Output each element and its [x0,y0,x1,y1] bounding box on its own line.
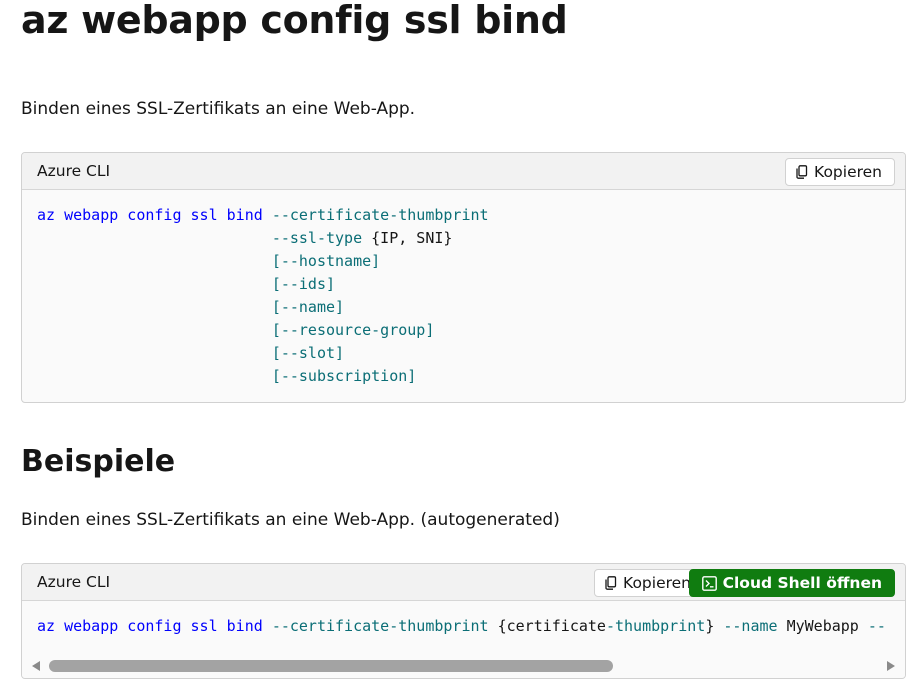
code-language-label: Azure CLI [37,162,111,180]
code-line: [--hostname] [37,252,380,270]
code-token: [--ids] [271,275,336,293]
example-code: az webapp config ssl bind --certificate-… [22,601,905,650]
copy-button[interactable]: Kopieren [785,158,895,186]
cloud-shell-label: Cloud Shell öffnen [722,574,882,592]
copy-icon [605,576,617,590]
code-token: [--resource-group] [271,321,435,339]
code-token: [--hostname] [271,252,381,270]
horizontal-scrollbar[interactable] [22,654,905,678]
code-token: [--subscription] [271,367,417,385]
terminal-icon [701,575,717,591]
code-line: [--subscription] [37,367,417,385]
code-token: -- [867,617,886,635]
syntax-code: az webapp config ssl bind --certificate-… [22,190,905,400]
code-line: --ssl-type {IP, SNI} [37,229,453,247]
code-block-header: Azure CLI Kopieren [22,153,905,190]
code-token: {IP, SNI} [362,229,453,247]
copy-button-label: Kopieren [814,163,882,181]
code-token: {certificate [488,617,606,635]
scrollbar-thumb[interactable] [49,660,613,672]
copy-button[interactable]: Kopieren [594,569,704,597]
example-code-block: Azure CLI Kopieren Cloud Shell öffnen az… [21,563,906,679]
open-cloud-shell-button[interactable]: Cloud Shell öffnen [688,569,895,597]
code-language-label: Azure CLI [37,573,111,591]
examples-heading: Beispiele [21,444,176,479]
code-token: --ssl-type [271,229,363,247]
page-description: Binden eines SSL-Zertifikats an eine Web… [21,99,416,119]
code-token: -thumbprint [605,617,706,635]
code-token: az webapp config ssl bind [37,206,263,224]
copy-icon [796,165,808,179]
code-line: [--slot] [37,344,344,362]
syntax-code-block: Azure CLI Kopieren az webapp config ssl … [21,152,906,403]
code-line: [--resource-group] [37,321,435,339]
scroll-left-arrow[interactable] [32,661,40,671]
code-line: [--ids] [37,275,335,293]
code-line: [--name] [37,298,344,316]
code-token: [--slot] [271,344,345,362]
code-token: --certificate-thumbprint [271,206,489,224]
code-token: az webapp config ssl bind [37,617,263,635]
example-description: Binden eines SSL-Zertifikats an eine Web… [21,510,560,530]
page-title: az webapp config ssl bind [21,0,568,42]
code-token: [--name] [271,298,345,316]
copy-button-label: Kopieren [623,574,691,592]
code-block-header: Azure CLI Kopieren Cloud Shell öffnen [22,564,905,601]
code-line: az webapp config ssl bind --certificate-… [37,617,886,635]
code-line: az webapp config ssl bind --certificate-… [37,206,489,224]
scroll-right-arrow[interactable] [887,661,895,671]
code-token: MyWebapp [777,617,868,635]
code-token: } [705,617,724,635]
code-token: --name [723,617,778,635]
code-token: --certificate-thumbprint [271,617,489,635]
